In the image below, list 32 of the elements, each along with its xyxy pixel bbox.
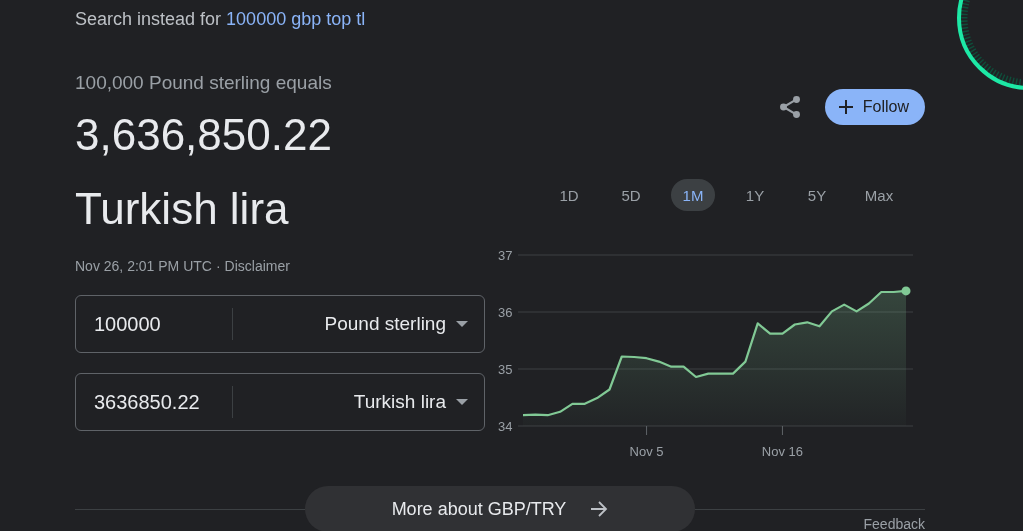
axis-label: Nov 16 (761, 444, 804, 459)
axis-label: 34 (498, 419, 513, 434)
range-tab[interactable]: 1Y (733, 179, 777, 211)
currency-dropdown[interactable]: Pound sterling (233, 313, 484, 335)
query-link[interactable]: 100000 gbp top tl (226, 9, 366, 29)
disclaimer-link[interactable]: Disclaimer (224, 258, 290, 274)
separator: · (215, 258, 221, 274)
conversion-subtitle: 100,000 Pound sterling equals (75, 71, 333, 95)
end-point-marker (901, 286, 911, 296)
currency-dropdown[interactable]: Turkish lira (233, 391, 484, 413)
converted-amount: 3,636,850.22 (75, 109, 333, 161)
timestamp: Nov 26, 2:01 PM UTC (75, 258, 212, 274)
follow-button[interactable]: Follow (824, 89, 925, 125)
more-button[interactable]: More about GBP/TRY (305, 486, 695, 531)
arrow-icon (590, 501, 609, 517)
currency-name: Turkish lira (75, 183, 290, 235)
amount-field[interactable]: 3636850.22 (94, 390, 214, 414)
range-tab[interactable]: 1D (547, 179, 591, 211)
axis-label: 35 (498, 362, 513, 377)
range-tab[interactable]: 5Y (795, 179, 839, 211)
axis-label: Nov 5 (629, 444, 664, 459)
plus-icon (838, 100, 853, 114)
range-tab[interactable]: Max (857, 179, 901, 211)
axis-label: 37 (498, 248, 513, 263)
range-tab[interactable]: 5D (609, 179, 653, 211)
range-tab[interactable]: 1M (671, 179, 715, 211)
label-text: Search instead for (75, 9, 222, 29)
caret-icon (456, 399, 468, 405)
caret-icon (456, 321, 468, 327)
amount-field[interactable]: 100000 (94, 312, 214, 336)
axis-label: 36 (498, 305, 513, 320)
feedback-link[interactable]: Feedback (855, 518, 925, 531)
